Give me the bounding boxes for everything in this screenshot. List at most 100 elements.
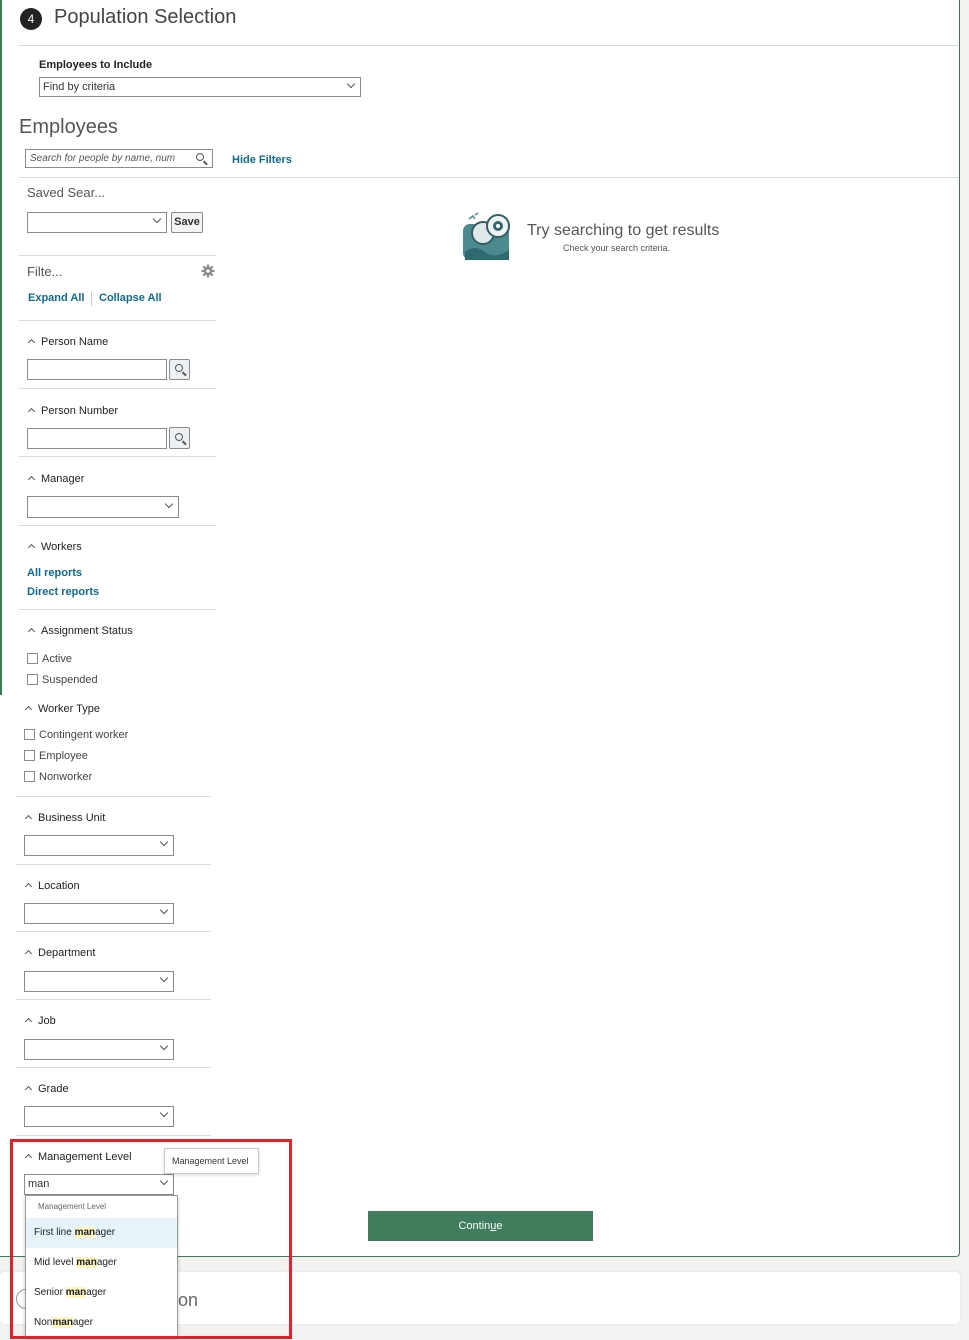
filter-section-title: Assignment Status <box>41 625 133 637</box>
filter-section-job[interactable]: Job <box>24 1015 56 1027</box>
filters-label: Filte... <box>27 264 63 279</box>
save-search-button[interactable]: Save <box>171 212 203 233</box>
all-reports-link[interactable]: All reports <box>27 567 82 579</box>
filter-section-title: Business Unit <box>38 812 106 824</box>
hide-filters-link[interactable]: Hide Filters <box>232 154 292 166</box>
employees-to-include-label: Employees to Include <box>39 59 153 71</box>
filter-section-person-name[interactable]: Person Name <box>27 336 108 348</box>
manager-select[interactable] <box>27 496 179 518</box>
checkbox-box[interactable] <box>24 729 35 740</box>
employee-search-placeholder: Search for people by name, num <box>30 153 176 164</box>
search-icon <box>175 433 183 441</box>
filter-section-title: Job <box>38 1015 56 1027</box>
divider <box>16 1135 211 1136</box>
collapse-caret-icon <box>24 949 33 958</box>
collapse-all-link[interactable]: Collapse All <box>99 292 162 304</box>
search-divider <box>19 177 958 178</box>
checkbox-contingent-worker[interactable]: Contingent worker <box>24 729 128 741</box>
saved-search-select[interactable] <box>27 212 167 233</box>
business-unit-select[interactable] <box>24 835 174 856</box>
filter-section-manager[interactable]: Manager <box>27 473 84 485</box>
location-select[interactable] <box>24 903 174 924</box>
expand-all-link[interactable]: Expand All <box>28 292 84 304</box>
filter-section-business-unit[interactable]: Business Unit <box>24 812 105 824</box>
divider <box>16 931 211 932</box>
collapse-caret-icon <box>24 705 33 714</box>
collapse-caret-icon <box>24 882 33 891</box>
step-number-badge: 4 <box>20 8 42 30</box>
continue-label-start: Contin <box>458 1220 491 1232</box>
divider <box>19 525 216 526</box>
divider <box>19 456 216 457</box>
search-icon[interactable] <box>196 153 204 161</box>
person-number-search-button[interactable] <box>169 427 190 449</box>
filter-section-title: Manager <box>41 473 85 485</box>
employees-to-include-select[interactable]: Find by criteria <box>39 77 361 97</box>
direct-reports-link[interactable]: Direct reports <box>27 586 99 598</box>
filter-section-person-number[interactable]: Person Number <box>27 405 118 417</box>
filter-section-title: Person Number <box>41 405 119 417</box>
collapse-caret-icon <box>24 814 33 823</box>
chevron-down-icon <box>159 973 169 983</box>
collapse-caret-icon <box>27 338 36 347</box>
link-separator <box>91 291 92 306</box>
employees-heading: Employees <box>19 116 118 138</box>
header-divider <box>19 45 958 46</box>
collapse-caret-icon <box>27 407 36 416</box>
filter-section-title: Worker Type <box>38 703 100 715</box>
person-number-input[interactable] <box>27 428 167 449</box>
checkbox-label: Employee <box>39 750 88 762</box>
annotation-highlight-box <box>10 1139 292 1339</box>
empty-state-title: Try searching to get results <box>527 222 720 239</box>
chevron-down-icon <box>159 837 169 847</box>
chevron-down-icon <box>159 905 169 915</box>
department-select[interactable] <box>24 971 174 992</box>
continue-button[interactable]: Continue <box>368 1211 593 1241</box>
checkbox-box[interactable] <box>24 771 35 782</box>
chevron-down-icon <box>159 1108 169 1118</box>
checkbox-label: Nonworker <box>39 771 93 783</box>
divider <box>16 796 211 797</box>
checkbox-box[interactable] <box>24 750 35 761</box>
gear-icon[interactable] <box>201 264 215 278</box>
filter-section-workers[interactable]: Workers <box>27 541 82 553</box>
checkbox-label: Contingent worker <box>39 729 129 741</box>
checkbox-employee[interactable]: Employee <box>24 750 88 762</box>
divider <box>19 320 216 321</box>
checkbox-nonworker[interactable]: Nonworker <box>24 771 92 783</box>
chevron-down-icon <box>346 79 356 89</box>
person-name-search-button[interactable] <box>169 359 190 380</box>
filter-section-title: Workers <box>41 541 82 553</box>
continue-label-end: e <box>496 1220 503 1232</box>
checkbox-active[interactable]: Active <box>27 653 72 665</box>
checkbox-label: Suspended <box>42 674 98 686</box>
divider <box>19 255 216 256</box>
filter-section-title: Person Name <box>41 336 109 348</box>
filter-section-grade[interactable]: Grade <box>24 1083 69 1095</box>
checkbox-suspended[interactable]: Suspended <box>27 674 98 686</box>
binoculars-icon <box>463 212 510 260</box>
chevron-down-icon <box>164 499 174 509</box>
employee-search-input[interactable]: Search for people by name, num <box>25 149 213 168</box>
job-select[interactable] <box>24 1039 174 1060</box>
collapse-caret-icon <box>24 1017 33 1026</box>
checkbox-label: Active <box>42 653 72 665</box>
collapse-caret-icon <box>27 627 36 636</box>
filter-section-worker-type[interactable]: Worker Type <box>24 703 100 715</box>
checkbox-box[interactable] <box>27 674 38 685</box>
panel-border <box>0 0 2 695</box>
chevron-down-icon <box>152 214 162 224</box>
employees-to-include-value: Find by criteria <box>43 81 116 93</box>
divider <box>16 1067 211 1068</box>
filter-section-title: Department <box>38 947 96 959</box>
filter-section-department[interactable]: Department <box>24 947 95 959</box>
collapse-caret-icon <box>27 543 36 552</box>
population-selection-panel <box>0 0 960 1257</box>
person-name-input[interactable] <box>27 359 167 380</box>
checkbox-box[interactable] <box>27 653 38 664</box>
search-icon <box>175 364 183 372</box>
filter-section-assignment-status[interactable]: Assignment Status <box>27 625 133 637</box>
step-title: Population Selection <box>54 6 237 28</box>
grade-select[interactable] <box>24 1106 174 1127</box>
filter-section-location[interactable]: Location <box>24 880 80 892</box>
